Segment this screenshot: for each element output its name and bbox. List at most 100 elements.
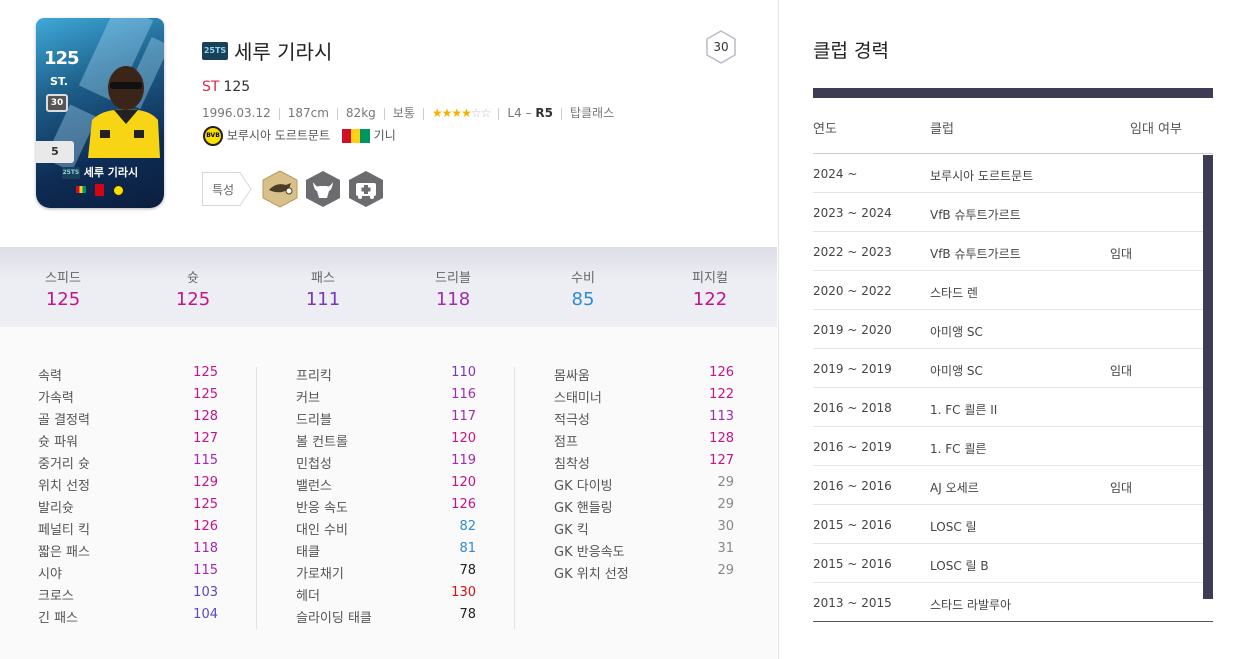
header-year: 연도 [813,122,837,137]
table-row: 2015 ~ 2016 LOSC 릴 [813,505,1213,544]
table-row: 2016 ~ 2016 AJ 오세르 임대 [813,466,1213,505]
trait-power-shot-icon[interactable] [262,170,298,208]
club-name: 보루시아 도르트문트 [226,128,331,143]
club-icon [112,184,124,196]
stat-value: 30 [717,519,734,534]
stat-name: 시야 [38,567,62,582]
header-loan: 임대 여부 [1130,122,1182,137]
stat-row: GK 핸들링 29 [554,497,734,519]
summary-dribbling: 드리블 118 [403,267,503,310]
row-loan: 임대 [1110,364,1133,378]
stat-row: 민첩성 119 [296,453,476,475]
stat-row: 태클 81 [296,541,476,563]
season-icon: 25TS [202,41,228,60]
stat-name: 가속력 [38,391,74,406]
table-row: 2016 ~ 2018 1. FC 쾰른 II [813,388,1213,427]
table-scrollbar[interactable] [1203,155,1213,599]
stat-name: 반응 속도 [296,501,348,516]
stat-value: 113 [709,409,734,424]
row-year: 2019 ~ 2020 [813,323,892,337]
stat-value: 31 [717,541,734,556]
nation-name: 기니 [373,128,396,143]
player-info: 1996.03.12 187cm 82kg 보통 ★★★★☆☆ L4 – R5 탑클래스 [202,104,614,121]
stat-name: 크로스 [38,589,74,604]
row-year: 2024 ~ [813,167,858,181]
card-badge: 30 [46,94,68,112]
traits-label-text: 특성 [212,183,235,197]
star-filled-icon: ★★★★ [431,106,472,120]
row-club: LOSC 릴 B [930,559,989,573]
stat-row: 슬라이딩 태클 78 [296,607,476,629]
trait-bull-icon[interactable] [305,170,341,208]
stat-row: 밸런스 120 [296,475,476,497]
stat-row: 적극성 113 [554,409,734,431]
table-header: 연도 클럽 임대 여부 [813,98,1213,154]
stat-name: 페널티 킥 [38,523,90,538]
stat-value: 82 [459,519,476,534]
stat-row: GK 킥 30 [554,519,734,541]
stat-name: 중거리 슛 [38,457,90,472]
stat-row: 속력 125 [38,365,218,387]
row-year: 2016 ~ 2018 [813,401,892,415]
stat-row: 페널티 킥 126 [38,519,218,541]
stat-name: 태클 [296,545,320,560]
player-name-line: 25TS 세루 기라시 [202,36,332,65]
stat-row: 대인 수비 82 [296,519,476,541]
row-club: LOSC 릴 [930,520,977,534]
summary-label: 슛 [187,271,199,286]
table-row: 2023 ~ 2024 VfB 슈투트가르트 [813,193,1213,232]
row-year: 2013 ~ 2015 [813,596,892,610]
row-club: AJ 오세르 [930,481,979,495]
row-club: 아미앵 SC [930,364,983,378]
stat-name: 골 결정력 [38,413,90,428]
stat-row: 드리블 117 [296,409,476,431]
card-name: 25TS 세루 기라시 [36,164,164,180]
stat-row: 가로채기 78 [296,563,476,585]
stat-row: 크로스 103 [38,585,218,607]
summary-value: 118 [435,289,471,310]
stat-value: 122 [709,387,734,402]
table-row: 2019 ~ 2019 아미앵 SC 임대 [813,349,1213,388]
stat-row: GK 위치 선정 29 [554,563,734,585]
stat-value: 29 [717,475,734,490]
row-club: VfB 슈투트가르트 [930,247,1021,261]
stat-row: 발리슛 125 [38,497,218,519]
position-line: ST 125 [202,79,250,95]
stat-row: 반응 속도 126 [296,497,476,519]
left-foot: L4 – [507,106,536,120]
card-position: ST. [50,75,68,88]
player-detail-panel: 125 ST. 30 5 25TS 세루 기라시 25TS세루 기라시 30 [0,0,777,659]
summary-label: 드리블 [435,271,471,286]
stat-value: 29 [717,497,734,512]
stat-row: 가속력 125 [38,387,218,409]
stat-row: 침착성 127 [554,453,734,475]
table-top-bar [813,88,1213,98]
stat-name: GK 반응속도 [554,545,625,560]
stat-row: 커브 116 [296,387,476,409]
stat-value: 125 [193,387,218,402]
column-divider [256,367,257,629]
stat-row: 슛 파워 127 [38,431,218,453]
stat-row: 골 결정력 128 [38,409,218,431]
table-row: 2015 ~ 2016 LOSC 릴 B [813,544,1213,583]
stat-name: GK 다이빙 [554,479,613,494]
skill-stars: ★★★★☆☆ [431,106,492,120]
stat-value: 119 [451,453,476,468]
stat-value: 130 [451,585,476,600]
stat-name: GK 킥 [554,523,589,538]
nation-flag-icon [341,129,370,143]
row-club: 보루시아 도르트문트 [930,169,1034,183]
stat-row: 헤더 130 [296,585,476,607]
stat-value: 115 [193,453,218,468]
player-ovr: 125 [223,79,251,95]
star-empty-icon: ☆☆ [470,106,491,120]
stat-row: 중거리 슛 115 [38,453,218,475]
stat-name: 대인 수비 [296,523,348,538]
card-name-text: 세루 기라시 [83,166,139,179]
trait-ambulance-icon[interactable] [348,170,384,208]
summary-label: 수비 [571,271,595,286]
career-table: 연도 클럽 임대 여부 2024 ~ 보루시아 도르트문트 2023 ~ 2024… [813,88,1213,622]
row-club: 스타드 렌 [930,286,978,300]
row-year: 2016 ~ 2019 [813,440,892,454]
body-type: 보통 [392,106,415,120]
